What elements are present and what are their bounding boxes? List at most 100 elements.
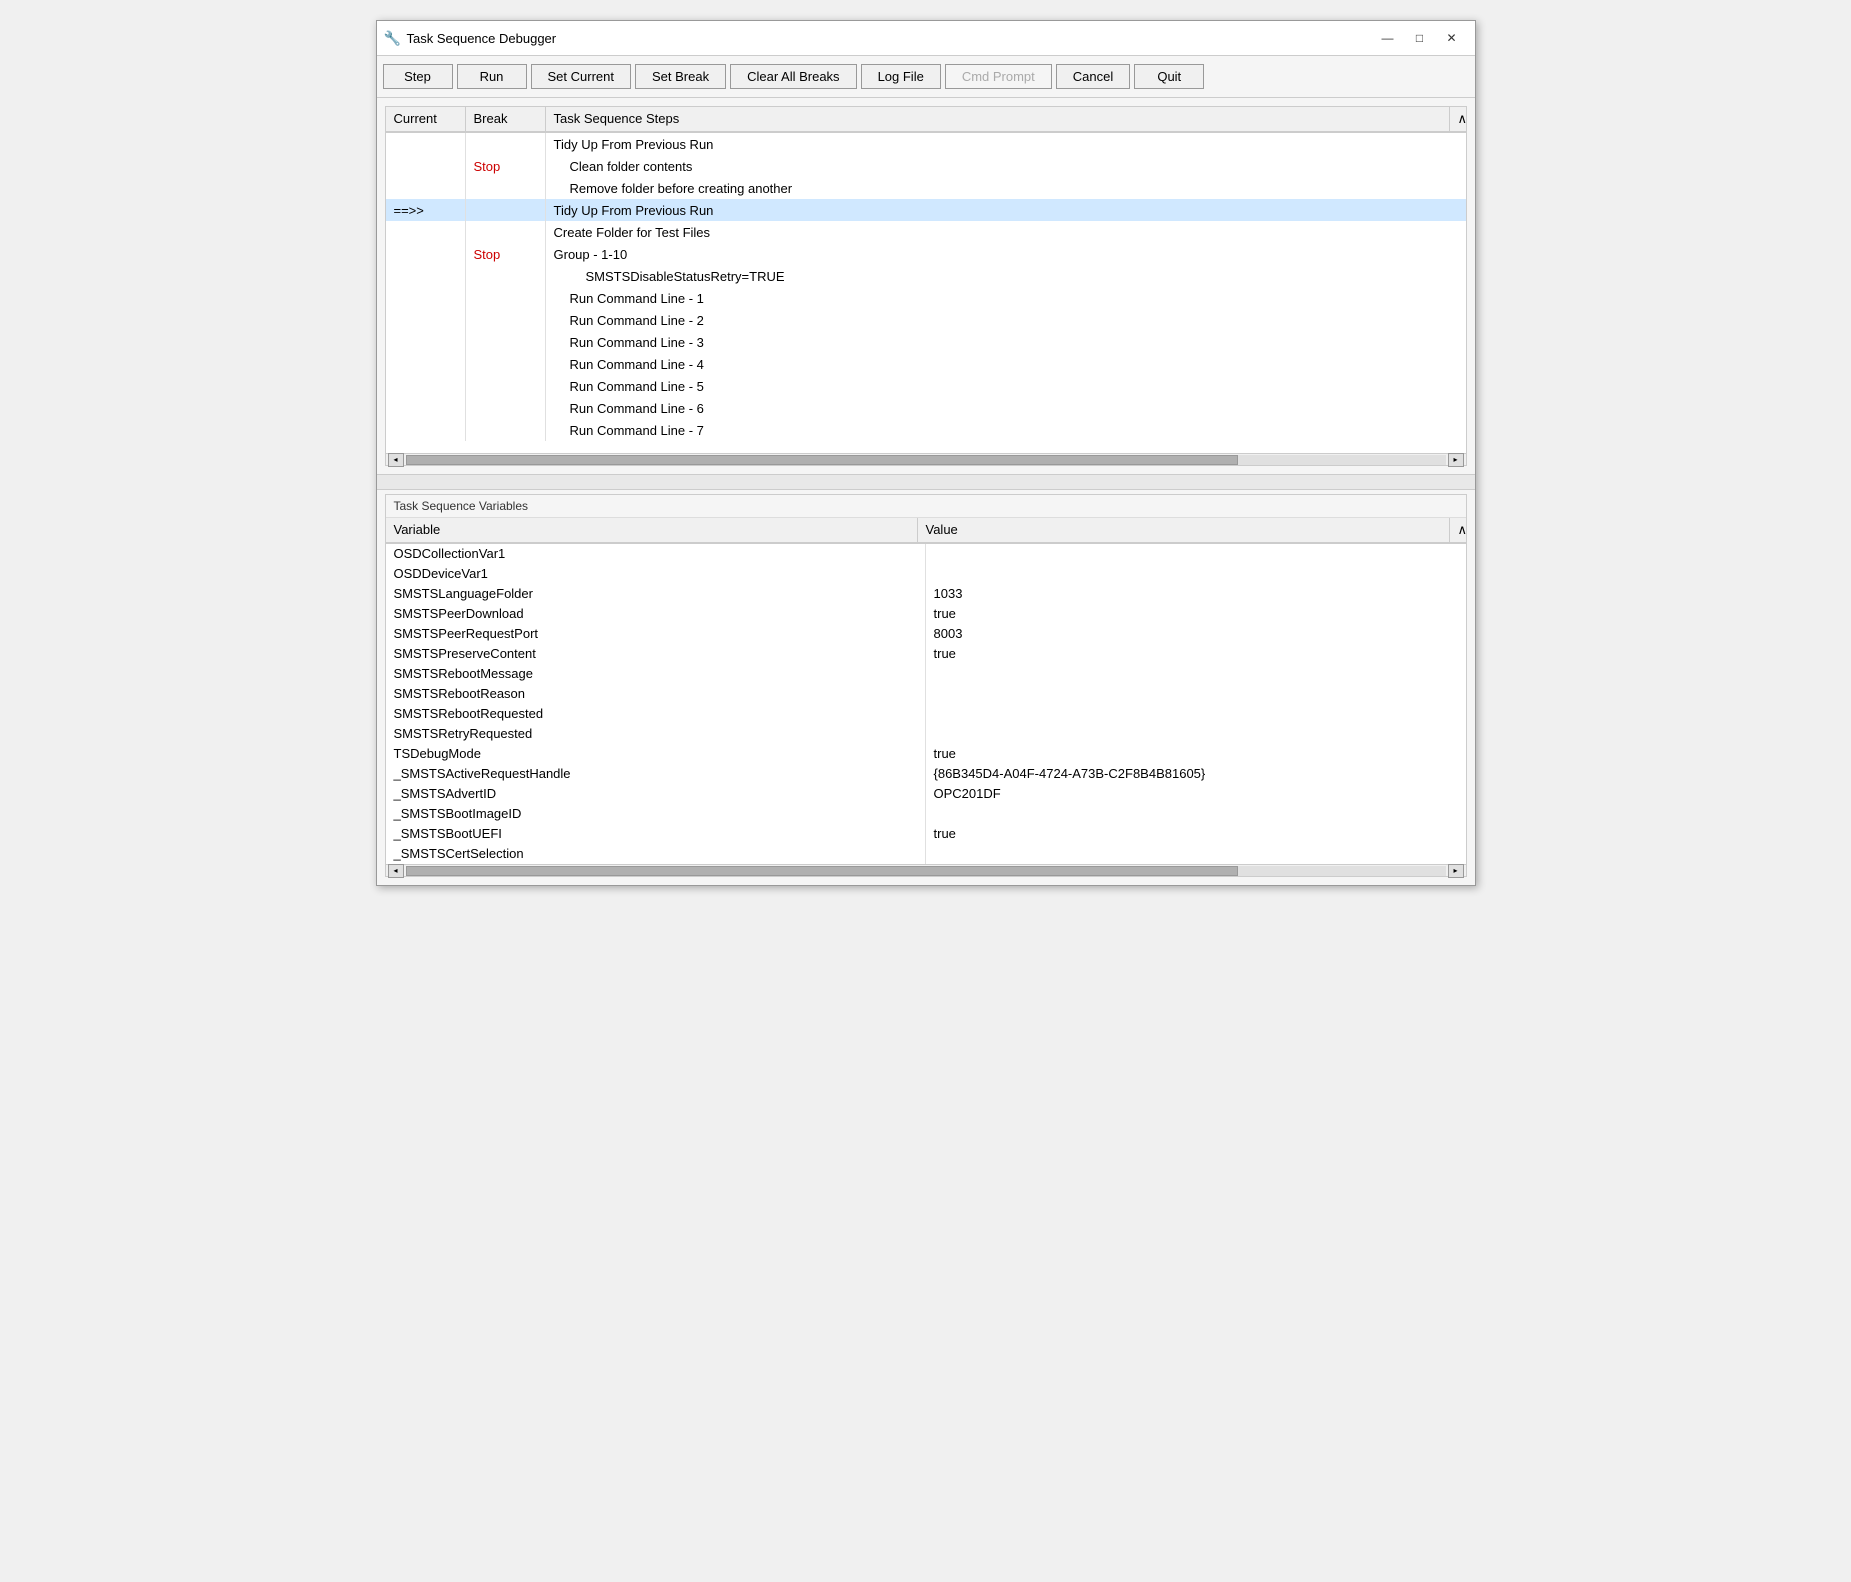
table-row[interactable]: Stop Clean folder contents (386, 155, 1466, 177)
table-row[interactable]: Run Command Line - 2 (386, 309, 1466, 331)
current-cell (386, 419, 466, 441)
vars-scroll-track[interactable] (406, 866, 1446, 876)
list-item[interactable]: SMSTSPreserveContent true (386, 644, 1466, 664)
current-cell (386, 155, 466, 177)
break-cell (466, 419, 546, 441)
table-row[interactable]: Run Command Line - 3 (386, 331, 1466, 353)
break-cell (466, 287, 546, 309)
step-cell: Run Command Line - 7 (546, 419, 1466, 441)
scroll-track[interactable] (406, 455, 1446, 465)
break-cell: Stop (466, 155, 546, 177)
close-button[interactable]: ✕ (1437, 27, 1467, 49)
scroll-thumb[interactable] (406, 455, 1238, 465)
list-item[interactable]: TSDebugMode true (386, 744, 1466, 764)
list-item[interactable]: SMSTSRebootMessage (386, 664, 1466, 684)
break-cell (466, 331, 546, 353)
table-row[interactable]: Tidy Up From Previous Run (386, 133, 1466, 155)
stop-label: Stop (474, 159, 501, 174)
vars-list-header: Variable Value ∧ (386, 518, 1466, 544)
title-bar-controls: — □ ✕ (1373, 27, 1467, 49)
list-item[interactable]: SMSTSRetryRequested (386, 724, 1466, 744)
table-row[interactable]: Create Folder for Test Files (386, 221, 1466, 243)
var-value: true (926, 824, 1466, 844)
var-name: TSDebugMode (386, 744, 926, 764)
current-cell (386, 397, 466, 419)
table-row[interactable]: SMSTSDisableStatusRetry=TRUE (386, 265, 1466, 287)
var-name: _SMSTSBootUEFI (386, 824, 926, 844)
var-value: 8003 (926, 624, 1466, 644)
list-item[interactable]: _SMSTSCertSelection (386, 844, 1466, 864)
table-row[interactable]: Run Command Line - 7 (386, 419, 1466, 441)
step-button[interactable]: Step (383, 64, 453, 89)
variables-panel-title: Task Sequence Variables (386, 495, 1466, 518)
steps-horizontal-scrollbar[interactable]: ◂ ▸ (386, 453, 1466, 465)
col-variable: Variable (386, 518, 918, 542)
vars-list-body[interactable]: OSDCollectionVar1 OSDDeviceVar1 SMSTSLan… (386, 544, 1466, 864)
variables-panel: Task Sequence Variables Variable Value ∧… (385, 494, 1467, 877)
vars-scroll-thumb[interactable] (406, 866, 1238, 876)
var-value: 1033 (926, 584, 1466, 604)
current-cell (386, 309, 466, 331)
set-break-button[interactable]: Set Break (635, 64, 726, 89)
var-value: {86B345D4-A04F-4724-A73B-C2F8B4B81605} (926, 764, 1466, 784)
var-value (926, 844, 1466, 864)
var-value (926, 564, 1466, 584)
window-title: Task Sequence Debugger (407, 31, 557, 46)
table-row[interactable]: ==>> Tidy Up From Previous Run (386, 199, 1466, 221)
list-item[interactable]: OSDDeviceVar1 (386, 564, 1466, 584)
vars-horizontal-scrollbar[interactable]: ◂ ▸ (386, 864, 1466, 876)
var-value: true (926, 604, 1466, 624)
step-cell: Run Command Line - 2 (546, 309, 1466, 331)
run-button[interactable]: Run (457, 64, 527, 89)
step-cell: Run Command Line - 4 (546, 353, 1466, 375)
step-cell: Group - 1-10 (546, 243, 1466, 265)
table-row[interactable]: Remove folder before creating another (386, 177, 1466, 199)
list-item[interactable]: SMSTSPeerRequestPort 8003 (386, 624, 1466, 644)
list-item[interactable]: SMSTSLanguageFolder 1033 (386, 584, 1466, 604)
break-cell (466, 265, 546, 287)
table-row[interactable]: Run Command Line - 5 (386, 375, 1466, 397)
panel-gap (377, 474, 1475, 490)
vars-scroll-left-arrow[interactable]: ◂ (388, 864, 404, 878)
break-cell (466, 397, 546, 419)
main-window: 🔧 Task Sequence Debugger — □ ✕ Step Run … (376, 20, 1476, 886)
list-item[interactable]: _SMSTSAdvertID OPC201DF (386, 784, 1466, 804)
table-row[interactable]: Run Command Line - 4 (386, 353, 1466, 375)
steps-list-body[interactable]: Tidy Up From Previous Run Stop Clean fol… (386, 133, 1466, 453)
scroll-right-arrow[interactable]: ▸ (1448, 453, 1464, 467)
list-item[interactable]: SMSTSPeerDownload true (386, 604, 1466, 624)
set-current-button[interactable]: Set Current (531, 64, 631, 89)
list-item[interactable]: _SMSTSBootImageID (386, 804, 1466, 824)
app-icon: 🔧 (385, 30, 401, 46)
current-cell (386, 375, 466, 397)
list-item[interactable]: _SMSTSBootUEFI true (386, 824, 1466, 844)
var-value (926, 544, 1466, 564)
col-scroll-up[interactable]: ∧ (1450, 107, 1466, 131)
quit-button[interactable]: Quit (1134, 64, 1204, 89)
var-value: true (926, 744, 1466, 764)
toolbar: Step Run Set Current Set Break Clear All… (377, 56, 1475, 98)
scroll-left-arrow[interactable]: ◂ (388, 453, 404, 467)
list-item[interactable]: _SMSTSActiveRequestHandle {86B345D4-A04F… (386, 764, 1466, 784)
col-vars-scroll-up[interactable]: ∧ (1450, 518, 1466, 542)
current-cell (386, 353, 466, 375)
current-cell (386, 177, 466, 199)
maximize-button[interactable]: □ (1405, 27, 1435, 49)
list-item[interactable]: SMSTSRebootRequested (386, 704, 1466, 724)
table-row[interactable]: Run Command Line - 1 (386, 287, 1466, 309)
step-cell: Tidy Up From Previous Run (546, 133, 1466, 155)
step-cell: Remove folder before creating another (546, 177, 1466, 199)
cmd-prompt-button[interactable]: Cmd Prompt (945, 64, 1052, 89)
step-cell: Tidy Up From Previous Run (546, 199, 1466, 221)
table-row[interactable]: Run Command Line - 6 (386, 397, 1466, 419)
break-cell (466, 221, 546, 243)
vars-scroll-right-arrow[interactable]: ▸ (1448, 864, 1464, 878)
minimize-button[interactable]: — (1373, 27, 1403, 49)
break-cell (466, 133, 546, 155)
list-item[interactable]: SMSTSRebootReason (386, 684, 1466, 704)
cancel-button[interactable]: Cancel (1056, 64, 1130, 89)
clear-all-breaks-button[interactable]: Clear All Breaks (730, 64, 856, 89)
log-file-button[interactable]: Log File (861, 64, 941, 89)
table-row[interactable]: Stop Group - 1-10 (386, 243, 1466, 265)
list-item[interactable]: OSDCollectionVar1 (386, 544, 1466, 564)
